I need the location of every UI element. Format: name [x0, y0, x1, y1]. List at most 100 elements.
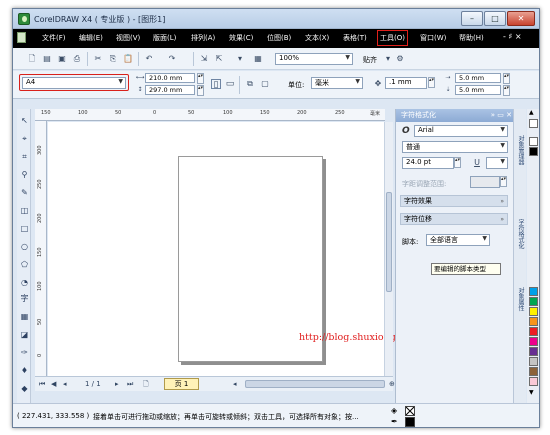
- snap-to-label[interactable]: 贴齐: [363, 55, 377, 65]
- menu-window[interactable]: 窗口(W): [420, 33, 446, 43]
- color-swatch[interactable]: [529, 337, 538, 346]
- height-spinner[interactable]: ▴▾: [197, 85, 204, 96]
- welcome-screen-icon[interactable]: ▦: [253, 54, 263, 64]
- import-icon[interactable]: ⇲: [199, 54, 209, 64]
- navigator-icon[interactable]: ⊕: [389, 380, 395, 388]
- menu-help[interactable]: 帮助(H): [459, 33, 484, 43]
- freehand-tool-icon[interactable]: ✎: [19, 187, 30, 198]
- docker-controls[interactable]: » ▭ ✕: [491, 109, 512, 122]
- duplicate-x-spinner[interactable]: ▴▾: [503, 73, 510, 84]
- previous-page-button[interactable]: ◂: [63, 380, 67, 388]
- menu-arrange[interactable]: 排列(A): [191, 33, 215, 43]
- crop-tool-icon[interactable]: ⌗: [19, 151, 30, 162]
- script-dropdown[interactable]: 全部语言 ▼: [426, 234, 490, 246]
- underline-dropdown[interactable]: ▼: [486, 157, 508, 169]
- kerning-spinner[interactable]: ▴▾: [500, 176, 507, 187]
- page-tab-1[interactable]: 页 1: [164, 378, 199, 390]
- undo-icon[interactable]: ↶: [144, 54, 154, 64]
- color-swatch[interactable]: [529, 287, 538, 296]
- vertical-ruler[interactable]: 300 250 200 150 100 50 0: [35, 121, 47, 376]
- zoom-level-dropdown[interactable]: 100% ▼: [275, 53, 353, 65]
- save-icon[interactable]: ▣: [57, 54, 67, 64]
- application-launcher-icon[interactable]: ▾: [235, 54, 245, 64]
- prev-page-icon[interactable]: ◀: [51, 380, 56, 388]
- no-color-swatch[interactable]: [529, 119, 538, 128]
- color-swatch[interactable]: [529, 327, 538, 336]
- table-tool-icon[interactable]: ▦: [19, 311, 30, 322]
- rectangle-tool-icon[interactable]: □: [19, 223, 30, 234]
- eyedropper-tool-icon[interactable]: ✑: [19, 347, 30, 358]
- scroll-left-icon[interactable]: ◂: [233, 380, 237, 388]
- blend-tool-icon[interactable]: ◪: [19, 329, 30, 340]
- outline-color-swatch[interactable]: [405, 417, 415, 427]
- outline-tool-icon[interactable]: ♦: [19, 365, 30, 376]
- color-swatch[interactable]: [529, 367, 538, 376]
- first-page-icon[interactable]: ⏮: [39, 380, 45, 389]
- palette-scroll-down-icon[interactable]: ▼: [529, 389, 534, 396]
- fill-color-swatch[interactable]: [405, 406, 415, 416]
- basic-shapes-tool-icon[interactable]: ◔: [19, 277, 30, 288]
- menu-table[interactable]: 表格(T): [343, 33, 367, 43]
- horizontal-ruler[interactable]: 150 100 50 0 50 100 150 200 250 毫米: [35, 109, 385, 121]
- color-swatch[interactable]: [529, 377, 538, 386]
- all-pages-icon[interactable]: ⧉: [245, 79, 255, 89]
- duplicate-x-input[interactable]: 5.0 mm: [455, 73, 501, 83]
- new-document-icon[interactable]: 🗋: [27, 54, 37, 64]
- palette-scroll-up-icon[interactable]: ▲: [529, 109, 534, 116]
- fill-tool-icon[interactable]: ◆: [19, 383, 30, 394]
- smart-fill-tool-icon[interactable]: ◫: [19, 205, 30, 216]
- mdi-controls[interactable]: - ♯ ×: [503, 32, 522, 41]
- width-spinner[interactable]: ▴▾: [197, 73, 204, 84]
- horizontal-scrollbar-thumb[interactable]: [245, 380, 385, 388]
- duplicate-y-spinner[interactable]: ▴▾: [503, 85, 510, 96]
- color-swatch[interactable]: [529, 297, 538, 306]
- current-page-icon[interactable]: ▢: [260, 79, 270, 89]
- shape-tool-icon[interactable]: ⌖: [19, 133, 30, 144]
- minimize-button[interactable]: –: [461, 11, 483, 26]
- copy-icon[interactable]: ⎘: [108, 54, 118, 64]
- character-effects-section[interactable]: 字符效果 »: [400, 195, 508, 207]
- character-shift-section[interactable]: 字符位移 »: [400, 213, 508, 225]
- font-family-dropdown[interactable]: Arial ▼: [414, 125, 508, 137]
- maximize-button[interactable]: □: [484, 11, 506, 26]
- next-page-button[interactable]: ▸: [115, 380, 119, 388]
- menu-view[interactable]: 视图(V): [116, 33, 140, 43]
- page-height-input[interactable]: 297.0 mm: [145, 85, 195, 95]
- close-button[interactable]: ✕: [507, 11, 535, 26]
- open-folder-icon[interactable]: ▤: [42, 54, 52, 64]
- nudge-distance-input[interactable]: .1 mm: [385, 77, 427, 89]
- nudge-spinner[interactable]: ▴▾: [428, 77, 435, 88]
- zoom-tool-icon[interactable]: ⚲: [19, 169, 30, 180]
- last-page-icon[interactable]: ⏭: [127, 380, 133, 389]
- color-swatch[interactable]: [529, 347, 538, 356]
- paper-size-dropdown[interactable]: A4 ▼: [22, 77, 126, 89]
- underline-icon[interactable]: U: [472, 158, 482, 168]
- tab-character-formatting[interactable]: 字符格式化: [516, 219, 525, 249]
- add-page-icon[interactable]: 🗋: [143, 380, 149, 391]
- text-tool-icon[interactable]: 字: [19, 293, 30, 304]
- duplicate-y-input[interactable]: 5.0 mm: [455, 85, 501, 95]
- page-width-input[interactable]: 210.0 mm: [145, 73, 195, 83]
- pick-tool-icon[interactable]: ↖: [19, 115, 30, 126]
- color-swatch[interactable]: [529, 317, 538, 326]
- units-dropdown[interactable]: 毫米 ▼: [311, 77, 363, 89]
- portrait-icon[interactable]: ▯: [211, 79, 221, 90]
- color-swatch[interactable]: [529, 137, 538, 146]
- redo-icon[interactable]: ↷: [167, 54, 177, 64]
- export-icon[interactable]: ⇱: [214, 54, 224, 64]
- tab-object-properties[interactable]: 对象属性: [516, 287, 525, 311]
- color-swatch[interactable]: [529, 357, 538, 366]
- menu-bitmaps[interactable]: 位图(B): [267, 33, 291, 43]
- kerning-range-input[interactable]: [470, 176, 500, 188]
- menu-tools[interactable]: 工具(O): [377, 30, 408, 46]
- landscape-icon[interactable]: ▭: [225, 79, 235, 89]
- chevron-down-icon[interactable]: ▾: [383, 54, 393, 64]
- color-swatch[interactable]: [529, 307, 538, 316]
- color-swatch[interactable]: [529, 147, 538, 156]
- paste-icon[interactable]: 📋: [123, 54, 133, 64]
- menu-edit[interactable]: 编辑(E): [79, 33, 103, 43]
- menu-file[interactable]: 文件(F): [42, 33, 66, 43]
- menu-layout[interactable]: 版面(L): [153, 33, 176, 43]
- font-style-dropdown[interactable]: 普通 ▼: [402, 141, 508, 153]
- polygon-tool-icon[interactable]: ⬠: [19, 259, 30, 270]
